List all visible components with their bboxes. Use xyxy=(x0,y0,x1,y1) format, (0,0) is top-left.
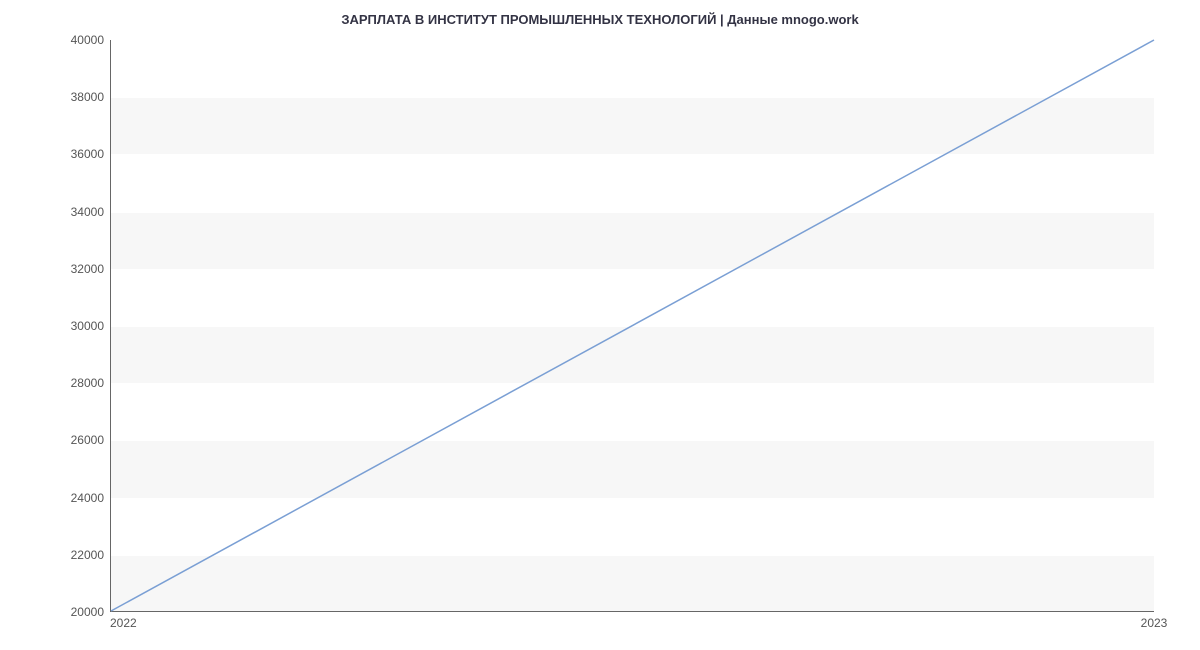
x-tick-label: 2022 xyxy=(110,616,137,630)
y-tick-label: 28000 xyxy=(54,376,104,390)
plot-area xyxy=(110,40,1154,612)
x-tick-label: 2023 xyxy=(1141,616,1168,630)
y-tick-label: 34000 xyxy=(54,205,104,219)
chart-line-svg xyxy=(111,40,1154,611)
y-tick-label: 20000 xyxy=(54,605,104,619)
y-tick-label: 26000 xyxy=(54,433,104,447)
y-tick-label: 40000 xyxy=(54,33,104,47)
chart-series-line xyxy=(111,40,1154,611)
y-tick-label: 36000 xyxy=(54,147,104,161)
y-tick-label: 32000 xyxy=(54,262,104,276)
y-tick-label: 30000 xyxy=(54,319,104,333)
chart-title: ЗАРПЛАТА В ИНСТИТУТ ПРОМЫШЛЕННЫХ ТЕХНОЛО… xyxy=(0,0,1200,27)
grid-line xyxy=(111,612,1154,613)
y-tick-label: 22000 xyxy=(54,548,104,562)
y-tick-label: 24000 xyxy=(54,491,104,505)
y-tick-label: 38000 xyxy=(54,90,104,104)
